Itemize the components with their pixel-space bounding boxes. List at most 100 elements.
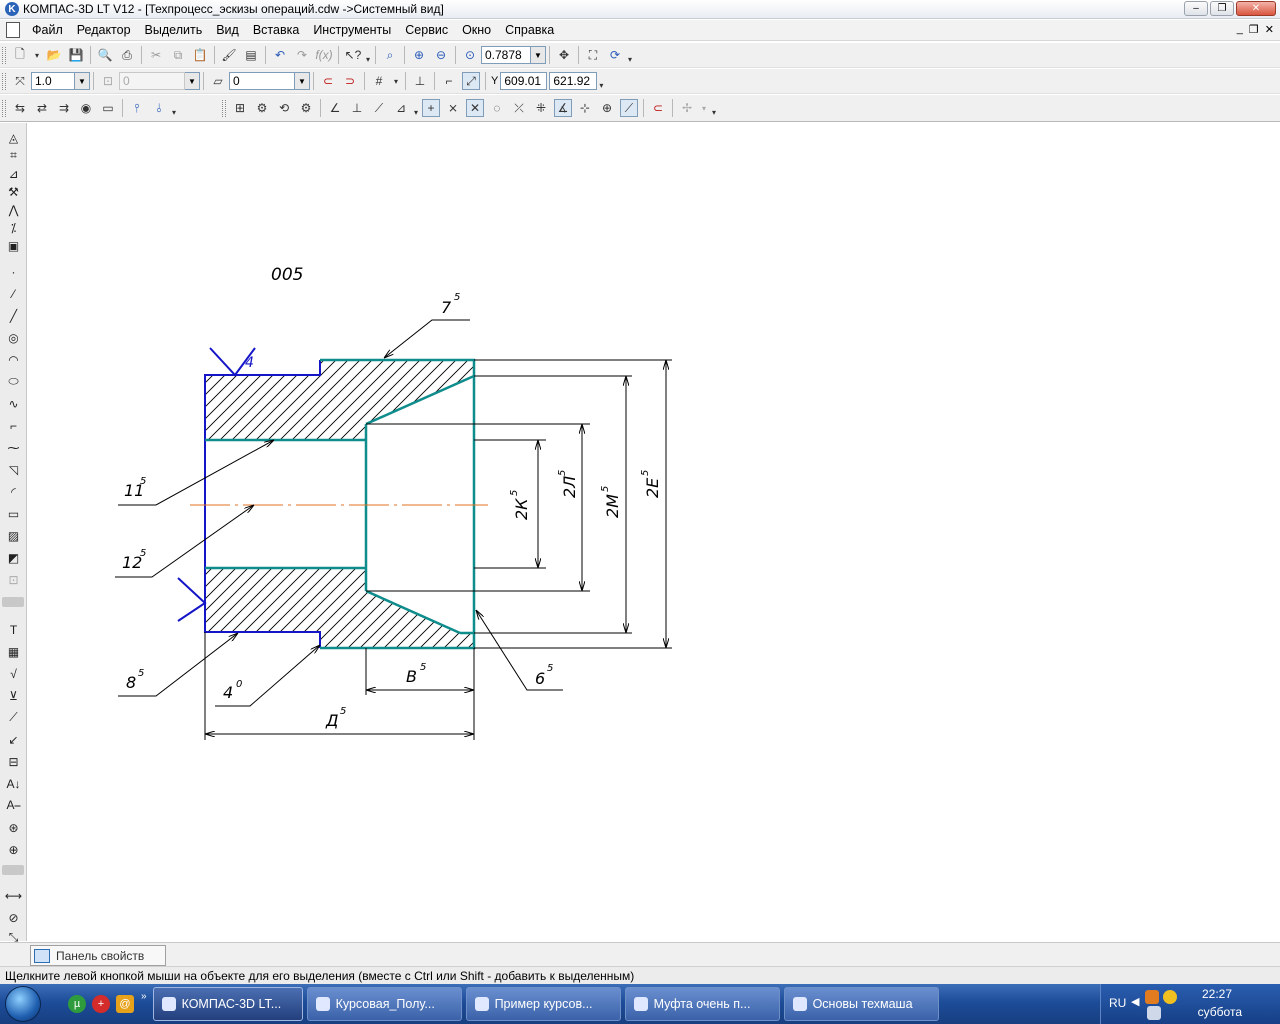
mail-agent-icon[interactable]: @ — [116, 995, 134, 1013]
properties-panel-tab[interactable]: Панель свойств — [30, 945, 166, 966]
x-coordinate-field[interactable]: 609.01 — [500, 72, 548, 90]
step-input[interactable]: 1.0 — [31, 72, 75, 90]
point-tool-icon[interactable]: · — [5, 263, 22, 280]
chevron-down-icon[interactable]: ▼ — [185, 72, 200, 90]
open-folder-icon[interactable]: 📂 — [45, 46, 63, 64]
snap-grid-icon[interactable]: ⁜ — [532, 99, 550, 117]
local-snap-magnet-icon[interactable]: ⊃ — [341, 72, 359, 90]
view-manager-icon[interactable]: ▭ — [99, 99, 117, 117]
tray-expand-icon[interactable]: ◀ — [1131, 995, 1139, 1008]
menu-file[interactable]: Файл — [25, 23, 70, 37]
toolbar-overflow-icon[interactable]: ▾ — [710, 99, 718, 117]
toolbar-overflow-icon[interactable]: ▾ — [626, 46, 634, 64]
task-button-word-1[interactable]: Курсовая_Полу... — [306, 987, 462, 1021]
height-measure-icon[interactable]: ⊥ — [348, 99, 366, 117]
gear-icon[interactable]: ⚙ — [253, 99, 271, 117]
view-sheets-icon[interactable]: ⇉ — [55, 99, 73, 117]
roughness-icon[interactable]: √ — [5, 665, 22, 682]
fill-icon[interactable]: ◩ — [5, 549, 22, 566]
settings-icon[interactable]: ⚙ — [297, 99, 315, 117]
toolbar-grip[interactable] — [2, 72, 6, 90]
function-icon[interactable]: f(x) — [315, 46, 333, 64]
tolerance-icon[interactable]: ⊟ — [5, 753, 22, 770]
step-combo[interactable]: 1.0 ▼ — [31, 72, 90, 90]
pin-marker-icon[interactable]: ⫰ — [150, 99, 168, 117]
bezier-icon[interactable]: ⁓ — [5, 439, 22, 456]
grid-icon[interactable]: # — [370, 72, 388, 90]
toolbar-grip[interactable] — [2, 99, 6, 117]
dimensions-icon[interactable]: ⌗ — [5, 147, 22, 164]
hatch-icon[interactable]: ▨ — [5, 527, 22, 544]
arc-icon[interactable]: ◠ — [5, 351, 22, 368]
parametrization-icon[interactable]: ⋀ — [5, 201, 22, 218]
chevron-down-icon[interactable]: ▼ — [295, 72, 310, 90]
angle-step-icon[interactable]: ⊡ — [99, 72, 117, 90]
contour-icon[interactable]: ⊡ — [5, 571, 22, 588]
position-leader-icon[interactable]: ↙ — [5, 731, 22, 748]
task-button-word-3[interactable]: Муфта очень п... — [624, 987, 780, 1021]
zoom-combo[interactable]: 0.7878 ▼ — [481, 46, 546, 64]
text-tool-icon[interactable]: T — [5, 621, 22, 638]
chevron-down-icon[interactable]: ▼ — [75, 72, 90, 90]
start-button[interactable] — [0, 984, 46, 1024]
new-document-icon[interactable]: 🗋 — [11, 46, 29, 64]
cut-icon[interactable]: ✂ — [147, 46, 165, 64]
task-button-pdf[interactable]: Основы техмаша — [783, 987, 939, 1021]
snap-align-icon[interactable]: ⟋ — [620, 99, 638, 117]
utorrent-icon[interactable]: µ — [68, 995, 86, 1013]
circle-icon[interactable]: ◎ — [5, 329, 22, 346]
angle-combo[interactable]: 0 ▼ — [119, 72, 200, 90]
toolbar-overflow-icon[interactable]: ▾ — [170, 99, 178, 117]
slope-measure-icon[interactable]: ⟋ — [370, 99, 388, 117]
pin-blue-icon[interactable]: ⫯ — [128, 99, 146, 117]
angle-measure-tool-icon[interactable]: ⊘ — [5, 909, 22, 926]
magnet-snap-icon[interactable]: ⊂ — [649, 99, 667, 117]
snap-tangent-icon[interactable]: ◌ — [488, 99, 506, 117]
snap-midpoint-icon[interactable]: ✕ — [466, 99, 484, 117]
task-button-word-2[interactable]: Пример курсов... — [465, 987, 621, 1021]
rectangle-icon[interactable]: ▭ — [5, 505, 22, 522]
leader-icon[interactable]: ⟋ — [5, 709, 22, 726]
zoom-input[interactable]: 0.7878 — [481, 46, 531, 64]
ortho-icon[interactable]: ⌐ — [440, 72, 458, 90]
chamfer-measure-icon[interactable]: ⊿ — [392, 99, 410, 117]
section-line-icon[interactable]: A⎯ — [5, 797, 22, 814]
edit-hammer-icon[interactable]: ⚒ — [5, 183, 22, 200]
segment-icon[interactable]: ╱ — [5, 307, 22, 324]
panel-separator[interactable] — [2, 865, 24, 875]
toolbar-grip[interactable] — [222, 99, 226, 117]
fillet-icon[interactable]: ◜ — [5, 483, 22, 500]
distance-measure-icon[interactable]: ⟷ — [5, 887, 22, 904]
y-coordinate-field[interactable]: 621.92 — [549, 72, 598, 90]
tray-agent-icon[interactable] — [1163, 990, 1177, 1004]
layer-input[interactable]: 0 — [229, 72, 295, 90]
rebuild-icon[interactable]: ⟲ — [275, 99, 293, 117]
spline-icon[interactable]: ∿ — [5, 395, 22, 412]
select-icon[interactable]: ▣ — [5, 237, 22, 254]
copy-icon[interactable]: ⧉ — [169, 46, 187, 64]
macro-icon[interactable]: ⊞ — [231, 99, 249, 117]
clock-time[interactable]: 22:27 — [1202, 987, 1232, 1001]
snap-point-on-curve-icon[interactable]: ⊹ — [576, 99, 594, 117]
properties-icon[interactable]: ▤ — [242, 46, 260, 64]
target-icon[interactable]: ◉ — [77, 99, 95, 117]
menu-window[interactable]: Окно — [455, 23, 498, 37]
zoom-scale-icon[interactable]: ⊙ — [461, 46, 479, 64]
cursor-step-icon[interactable]: ⤧ — [11, 72, 29, 90]
snap-angle-icon[interactable]: ∡ — [554, 99, 572, 117]
table-tool-icon[interactable]: ▦ — [5, 643, 22, 660]
refresh-view-icon[interactable]: ⟳ — [606, 46, 624, 64]
layers-icon[interactable]: ▱ — [209, 72, 227, 90]
chamfer-icon[interactable]: ◹ — [5, 461, 22, 478]
format-brush-icon[interactable]: 🖌 — [220, 46, 238, 64]
dropdown-arrow-icon[interactable]: ▾ — [33, 46, 41, 64]
pan-icon[interactable]: ✥ — [555, 46, 573, 64]
base-icon[interactable]: ⊻ — [5, 687, 22, 704]
view-rotate-icon[interactable]: ⇆ — [11, 99, 29, 117]
toolbar-overflow-icon[interactable]: ▾ — [597, 72, 605, 90]
menu-help[interactable]: Справка — [498, 23, 561, 37]
snap-center-icon[interactable]: ⊕ — [598, 99, 616, 117]
kompas-app-icon[interactable]: K — [5, 2, 19, 16]
doc-minimize-icon[interactable]: _ — [1237, 23, 1243, 36]
local-cs-icon[interactable]: ⊥ — [411, 72, 429, 90]
